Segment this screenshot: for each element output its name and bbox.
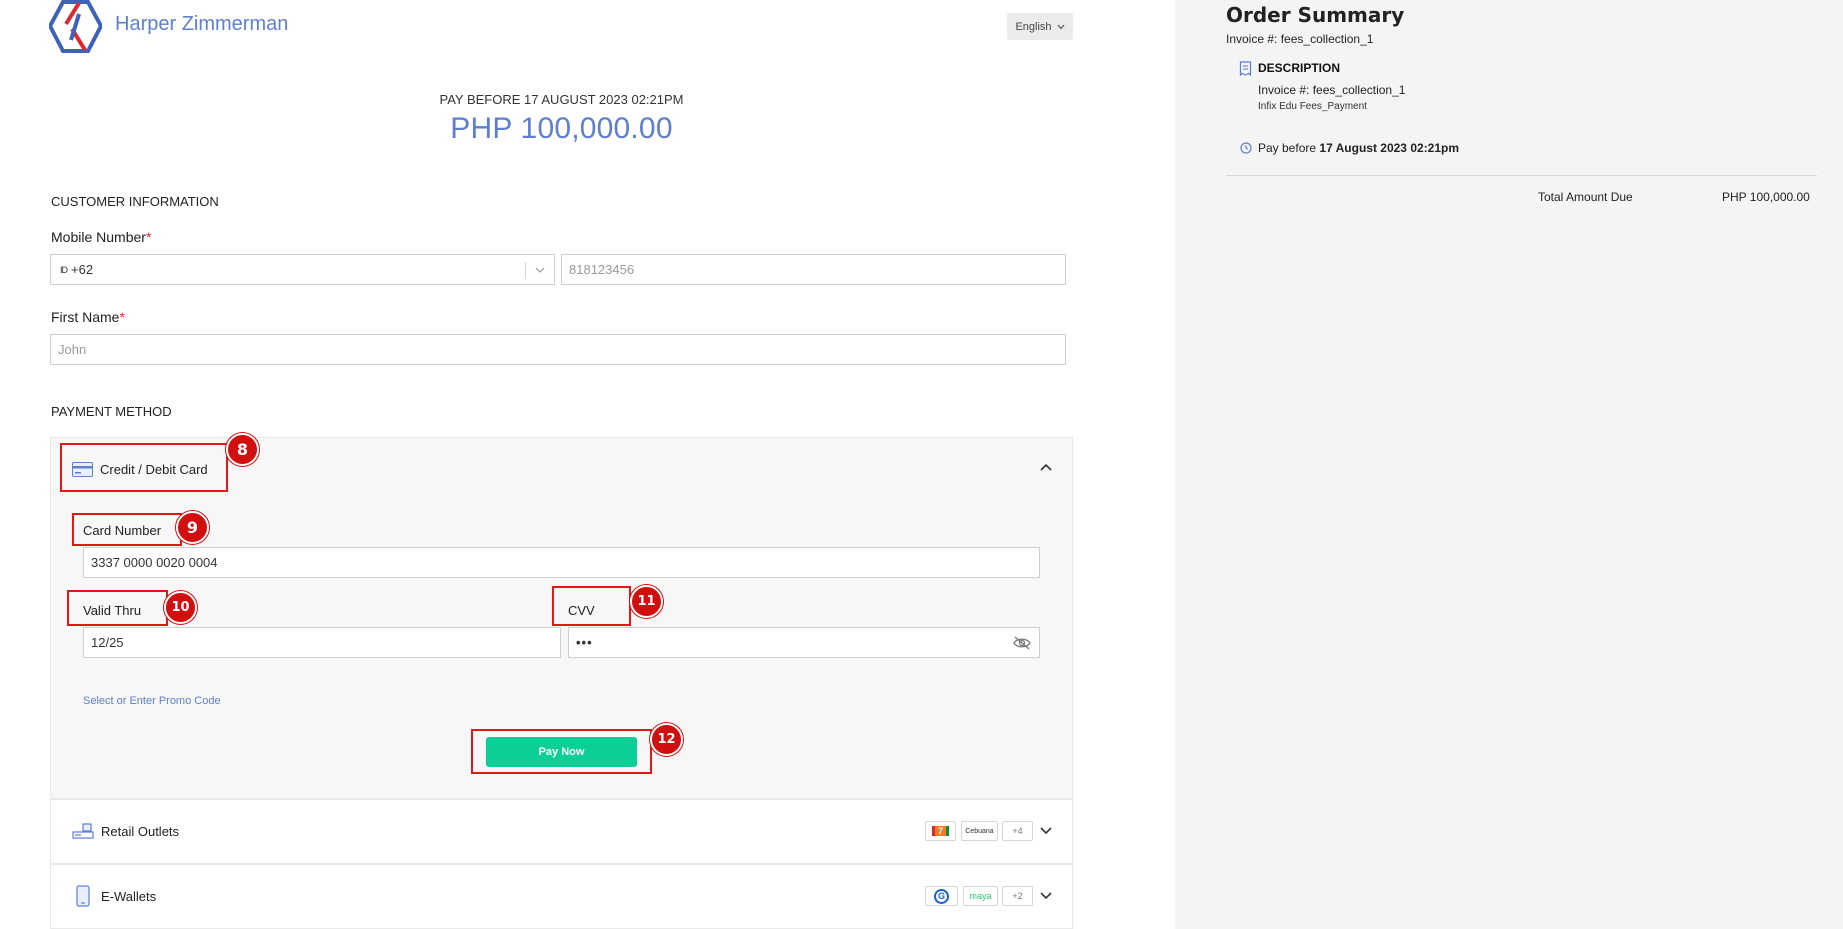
chevron-up-icon[interactable] [1039, 462, 1053, 472]
pay-before-label: Pay before [1258, 141, 1317, 155]
first-name-input[interactable]: John [50, 334, 1066, 365]
7-eleven-logo: 7 [925, 821, 956, 841]
eye-slash-icon[interactable] [1013, 636, 1031, 650]
retail-outlets-toggle[interactable]: Retail Outlets [72, 820, 179, 842]
cebuana-logo: Cebuana [961, 821, 998, 841]
invoice-value: fees_collection_1 [1280, 32, 1374, 46]
invoice-label: Invoice #: [1226, 32, 1278, 46]
mobile-number-label: Mobile Number* [51, 229, 151, 245]
required-mark: * [145, 229, 152, 245]
retail-outlets-title: Retail Outlets [101, 823, 180, 839]
more-outlets-badge: +4 [1002, 821, 1033, 841]
annotation-box-12 [471, 729, 652, 774]
annotation-badge-12: 12 [650, 723, 683, 756]
country-flag: ID [60, 264, 68, 275]
mobile-phone-icon [76, 885, 90, 907]
description-invoice-label: Invoice #: [1258, 83, 1310, 97]
chevron-down-icon[interactable] [1040, 892, 1052, 900]
chevron-down-icon [535, 267, 545, 273]
pay-before-line: Pay before 17 August 2023 02:21pm [1258, 141, 1459, 155]
description-heading: DESCRIPTION [1258, 61, 1341, 75]
receipt-icon [1239, 61, 1252, 76]
description-subtitle: Infix Edu Fees_Payment [1258, 101, 1367, 112]
promo-code-link[interactable]: Select or Enter Promo Code [83, 695, 221, 707]
e-wallets-toggle[interactable]: E-Wallets [72, 885, 156, 907]
chevron-down-icon[interactable] [1040, 827, 1052, 835]
country-code-select[interactable]: ID +62 [50, 254, 555, 285]
e-wallets-row[interactable] [50, 864, 1073, 929]
language-selector[interactable]: English [1007, 13, 1073, 40]
annotation-box-9 [72, 513, 182, 546]
total-amount-label: Total Amount Due [1538, 190, 1633, 204]
annotation-badge-10: 10 [164, 591, 197, 624]
first-name-label-text: First Name [51, 309, 120, 325]
more-wallets-badge: +2 [1002, 886, 1033, 906]
annotation-badge-8: 8 [226, 433, 259, 466]
select-divider [525, 262, 526, 279]
description-invoice-value: fees_collection_1 [1312, 83, 1406, 97]
required-mark: * [119, 309, 125, 325]
annotation-badge-11: 11 [630, 585, 663, 618]
annotation-badge-9: 9 [176, 511, 209, 544]
cvv-input[interactable]: ••• [568, 627, 1040, 658]
order-summary-invoice: Invoice #: fees_collection_1 [1226, 32, 1373, 46]
first-name-label: First Name* [51, 309, 125, 325]
annotation-box-10 [67, 590, 168, 626]
description-invoice: Invoice #: fees_collection_1 [1258, 83, 1405, 97]
customer-info-heading: CUSTOMER INFORMATION [51, 194, 219, 209]
pay-before-deadline: PAY BEFORE 17 AUGUST 2023 02:21PM [439, 92, 684, 107]
language-label: English [1015, 20, 1052, 33]
payment-method-heading: PAYMENT METHOD [51, 404, 172, 419]
maya-logo: maya [963, 886, 998, 906]
e-wallets-title: E-Wallets [101, 888, 157, 904]
valid-thru-input[interactable]: 12/25 [83, 627, 561, 658]
checkout-form-pane: Harper Zimmerman English PAY BEFORE 17 A… [0, 0, 1175, 929]
card-number-input[interactable]: 3337 0000 0020 0004 [83, 547, 1040, 578]
order-summary-title: Order Summary [1226, 3, 1405, 27]
gcash-logo: G [925, 886, 958, 906]
total-amount-value: PHP 100,000.00 [1722, 190, 1810, 204]
summary-divider [1226, 175, 1817, 176]
mobile-number-input[interactable]: 818123456 [561, 254, 1066, 285]
annotation-box-11 [552, 586, 631, 626]
annotation-box-8 [60, 443, 228, 492]
pay-before-value: 17 August 2023 02:21pm [1319, 141, 1460, 155]
merchant-logo [49, 0, 102, 53]
store-counter-icon [72, 823, 94, 839]
mobile-number-label-text: Mobile Number [51, 229, 146, 245]
chevron-down-icon [1057, 24, 1064, 29]
amount-due: PHP 100,000.00 [450, 112, 673, 145]
retail-outlets-row[interactable] [50, 799, 1073, 864]
country-code-value: +62 [71, 262, 94, 277]
merchant-name: Harper Zimmerman [115, 13, 289, 35]
clock-icon [1240, 142, 1252, 154]
order-summary-pane [1175, 0, 1843, 929]
